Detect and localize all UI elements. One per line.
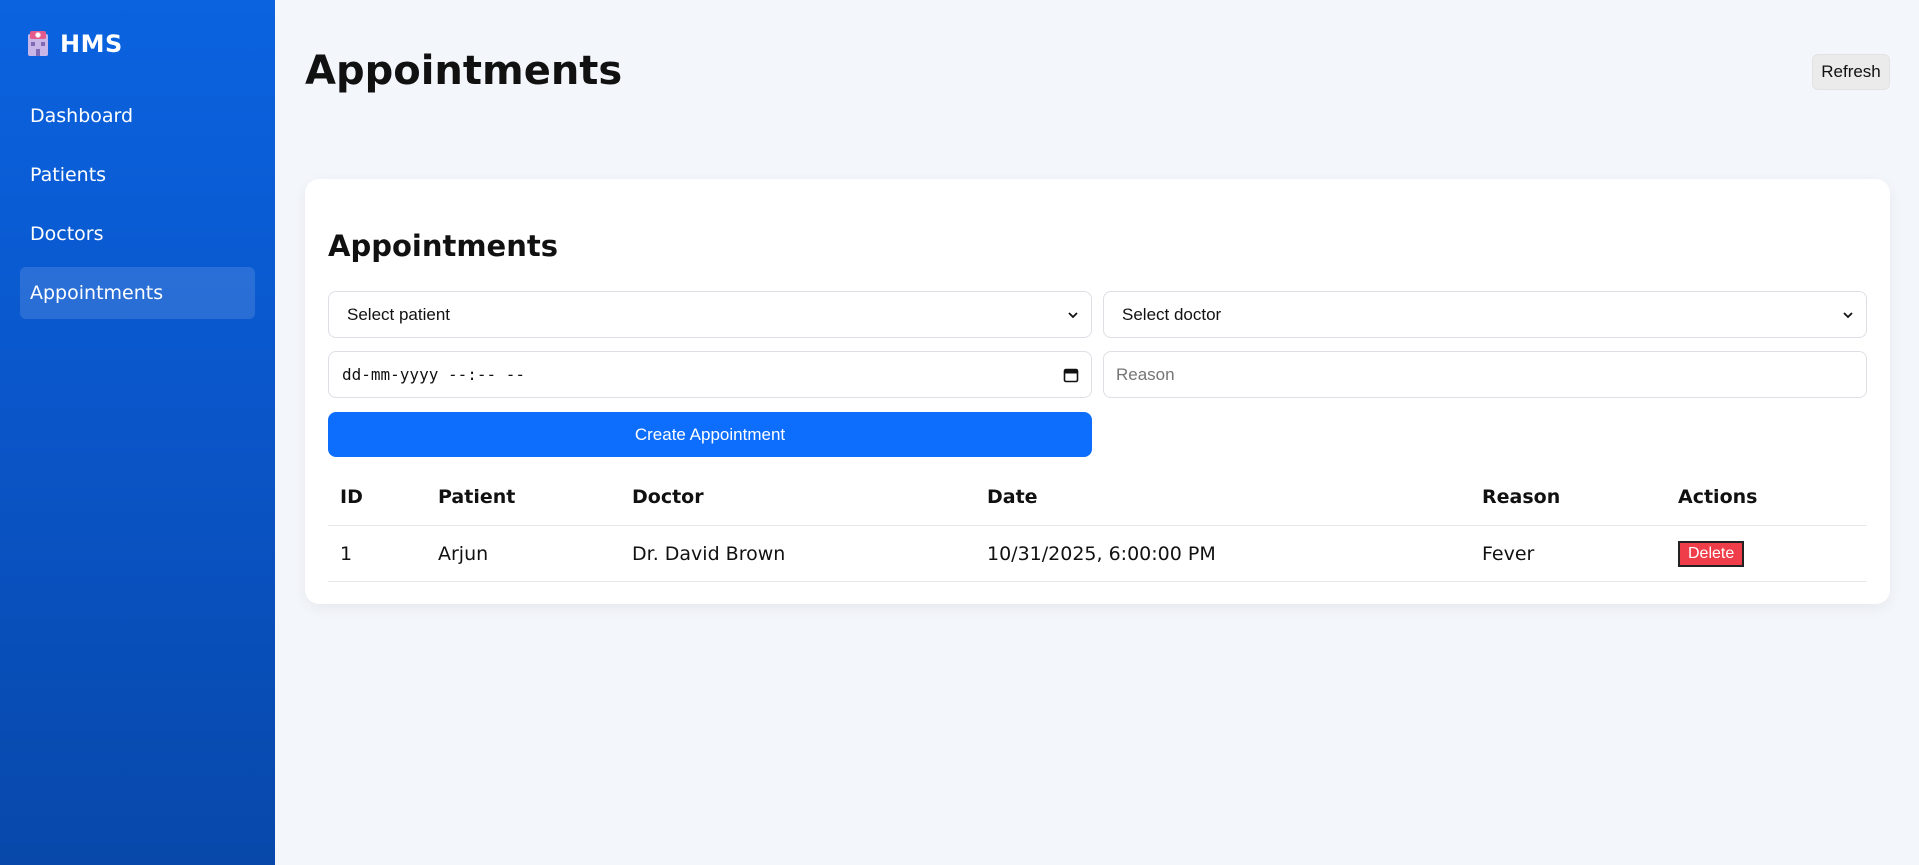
- table-header-row: ID Patient Doctor Date Reason Actions: [328, 469, 1867, 526]
- doctor-select-value: Select doctor: [1122, 304, 1222, 324]
- sidebar-nav: Dashboard Patients Doctors Appointments: [20, 90, 255, 326]
- calendar-icon[interactable]: [1063, 367, 1079, 383]
- card-title: Appointments: [328, 229, 558, 263]
- brand-name: HMS: [60, 30, 123, 58]
- reason-placeholder: Reason: [1116, 364, 1175, 384]
- refresh-button[interactable]: Refresh: [1812, 54, 1890, 90]
- chevron-down-icon: [1843, 311, 1853, 318]
- column-header-reason: Reason: [1482, 486, 1561, 508]
- hospital-building-icon: [28, 31, 48, 56]
- column-header-doctor: Doctor: [632, 486, 704, 508]
- table-row: 1 Arjun Dr. David Brown 10/31/2025, 6:00…: [328, 526, 1867, 582]
- column-header-patient: Patient: [438, 486, 516, 508]
- doctor-select[interactable]: Select doctor: [1103, 291, 1867, 338]
- cell-id: 1: [340, 542, 353, 565]
- sidebar-item-dashboard[interactable]: Dashboard: [20, 90, 255, 142]
- column-header-date: Date: [987, 486, 1038, 508]
- datetime-placeholder: dd-mm-yyyy --:-- --: [342, 365, 526, 384]
- sidebar-item-patients[interactable]: Patients: [20, 149, 255, 201]
- reason-input[interactable]: Reason: [1103, 351, 1867, 398]
- cell-date: 10/31/2025, 6:00:00 PM: [987, 542, 1216, 565]
- create-appointment-button[interactable]: Create Appointment: [328, 412, 1092, 457]
- patient-select-value: Select patient: [347, 304, 451, 324]
- sidebar-item-appointments[interactable]: Appointments: [20, 267, 255, 319]
- column-header-id: ID: [340, 486, 363, 508]
- appointments-table: ID Patient Doctor Date Reason Actions 1 …: [328, 469, 1867, 582]
- sidebar: HMS Dashboard Patients Doctors Appointme…: [0, 0, 275, 865]
- cell-reason: Fever: [1482, 542, 1535, 565]
- patient-select[interactable]: Select patient: [328, 291, 1092, 338]
- page-title: Appointments: [305, 48, 623, 94]
- cell-patient: Arjun: [438, 542, 489, 565]
- chevron-down-icon: [1068, 311, 1078, 318]
- column-header-actions: Actions: [1678, 486, 1758, 508]
- appointments-card: Appointments Select patient Select docto…: [305, 179, 1890, 604]
- cell-actions: Delete: [1678, 526, 1745, 581]
- appointment-datetime-input[interactable]: dd-mm-yyyy --:-- --: [328, 351, 1092, 398]
- brand[interactable]: HMS: [26, 30, 123, 58]
- sidebar-item-doctors[interactable]: Doctors: [20, 208, 255, 260]
- cell-doctor: Dr. David Brown: [632, 542, 786, 565]
- delete-button[interactable]: Delete: [1678, 540, 1745, 567]
